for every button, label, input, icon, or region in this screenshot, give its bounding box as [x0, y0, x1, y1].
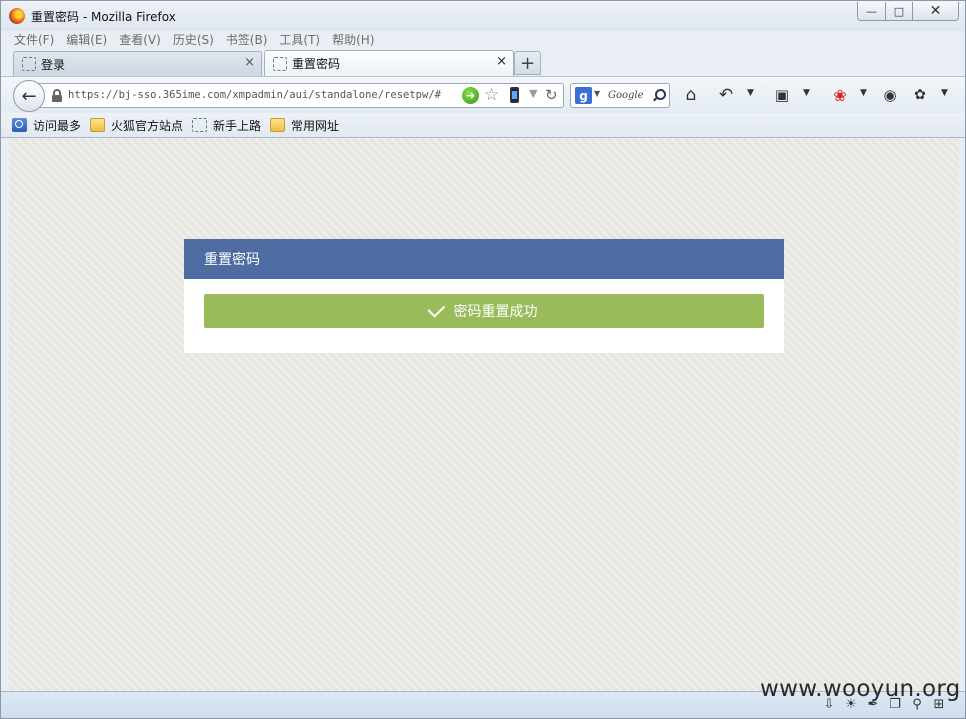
success-alert: 密码重置成功: [204, 294, 764, 328]
menu-bar: 文件(F) 编辑(E) 查看(V) 历史(S) 书签(B) 工具(T) 帮助(H…: [9, 31, 375, 49]
folder-icon: [270, 118, 286, 132]
bookmark-getting-started[interactable]: 新手上路: [192, 117, 261, 134]
chevron-down-icon[interactable]: ▼: [594, 89, 600, 98]
tab-label: 重置密码: [292, 57, 341, 71]
search-bar[interactable]: g ▼ Google: [570, 83, 670, 108]
bookmark-common-sites[interactable]: 常用网址: [270, 117, 339, 134]
home-icon[interactable]: ⌂: [682, 85, 700, 105]
maximize-button[interactable]: □: [885, 2, 913, 21]
new-tab-button[interactable]: +: [514, 51, 541, 75]
panel-header: 重置密码: [184, 239, 784, 279]
dropdown-triangle-icon[interactable]: ▼: [529, 87, 537, 100]
reload-icon[interactable]: ↻: [545, 86, 558, 104]
firefox-icon: [9, 8, 25, 24]
plus-icon: +: [519, 52, 536, 74]
watermark: www.wooyun.org: [760, 676, 961, 702]
panel-title: 重置密码: [204, 252, 260, 268]
bookmark-firefox-official[interactable]: 火狐官方站点: [90, 117, 183, 134]
search-engine-placeholder: Google: [608, 90, 644, 101]
page-content: 重置密码 密码重置成功: [9, 139, 959, 691]
success-message: 密码重置成功: [453, 304, 538, 320]
bookmarks-toolbar: 访问最多 火狐官方站点 新手上路 常用网址: [1, 113, 965, 138]
minimize-button[interactable]: —: [857, 2, 886, 21]
menu-help[interactable]: 帮助(H): [332, 31, 374, 49]
check-icon: [427, 300, 445, 318]
tab-reset-password[interactable]: 重置密码 ×: [264, 50, 514, 76]
chat-bubble-icon[interactable]: ◉: [881, 85, 899, 105]
fortune-icon[interactable]: ❀: [831, 85, 849, 105]
close-tab-icon[interactable]: ×: [496, 54, 507, 69]
crop-icon[interactable]: ▣: [773, 85, 791, 105]
page-icon: [22, 57, 36, 71]
minimize-icon: —: [866, 4, 877, 18]
menu-history[interactable]: 历史(S): [173, 31, 214, 49]
chevron-down-icon[interactable]: ▼: [803, 88, 810, 98]
close-tab-icon[interactable]: ×: [244, 55, 255, 70]
star-icon[interactable]: ☆: [484, 85, 499, 105]
go-arrow-icon[interactable]: ➜: [462, 87, 479, 104]
title-bar: 重置密码 - Mozilla Firefox — □ ✕: [1, 1, 965, 31]
menu-bookmarks[interactable]: 书签(B): [226, 31, 268, 49]
chevron-down-icon[interactable]: ▼: [860, 88, 867, 98]
bookmark-label: 常用网址: [291, 118, 340, 133]
search-icon[interactable]: [653, 89, 666, 101]
tab-label: 登录: [41, 57, 66, 72]
bookmark-label: 访问最多: [33, 118, 82, 133]
menu-edit[interactable]: 编辑(E): [66, 31, 107, 49]
most-visited-icon: [12, 118, 27, 132]
tab-strip: 登录 × 重置密码 × +: [9, 50, 959, 76]
chevron-down-icon[interactable]: ▼: [941, 88, 948, 98]
back-button[interactable]: ←: [13, 80, 45, 112]
bookmark-label: 新手上路: [213, 118, 262, 133]
menu-file[interactable]: 文件(F): [14, 31, 54, 49]
url-bar[interactable]: https://bj-sso.365ime.com/xmpadmin/aui/s…: [37, 83, 564, 108]
menu-tools[interactable]: 工具(T): [279, 31, 320, 49]
lock-icon[interactable]: [52, 89, 62, 102]
maximize-icon: □: [893, 4, 905, 18]
close-icon: ✕: [929, 3, 942, 19]
page-icon: [192, 118, 208, 132]
page-icon: [273, 56, 287, 71]
close-window-button[interactable]: ✕: [912, 2, 959, 21]
browser-window: 重置密码 - Mozilla Firefox — □ ✕ 文件(F) 编辑(E)…: [0, 0, 966, 719]
bookmark-most-visited[interactable]: 访问最多: [12, 117, 81, 134]
bug-icon[interactable]: ✿: [911, 85, 929, 105]
arrow-left-icon: ←: [21, 85, 37, 107]
navigation-toolbar: ← https://bj-sso.365ime.com/xmpadmin/aui…: [1, 76, 965, 113]
tab-login[interactable]: 登录 ×: [13, 51, 262, 76]
bookmark-label: 火狐官方站点: [111, 118, 184, 133]
google-icon[interactable]: g: [575, 87, 592, 104]
undo-icon[interactable]: ↶: [717, 85, 735, 105]
window-title: 重置密码 - Mozilla Firefox: [31, 10, 176, 24]
chevron-down-icon[interactable]: ▼: [747, 88, 754, 98]
reset-password-panel: 重置密码 密码重置成功: [184, 239, 784, 353]
menu-view[interactable]: 查看(V): [119, 31, 161, 49]
url-text[interactable]: https://bj-sso.365ime.com/xmpadmin/aui/s…: [68, 89, 441, 101]
phone-icon[interactable]: [510, 87, 519, 103]
folder-icon: [90, 118, 106, 132]
